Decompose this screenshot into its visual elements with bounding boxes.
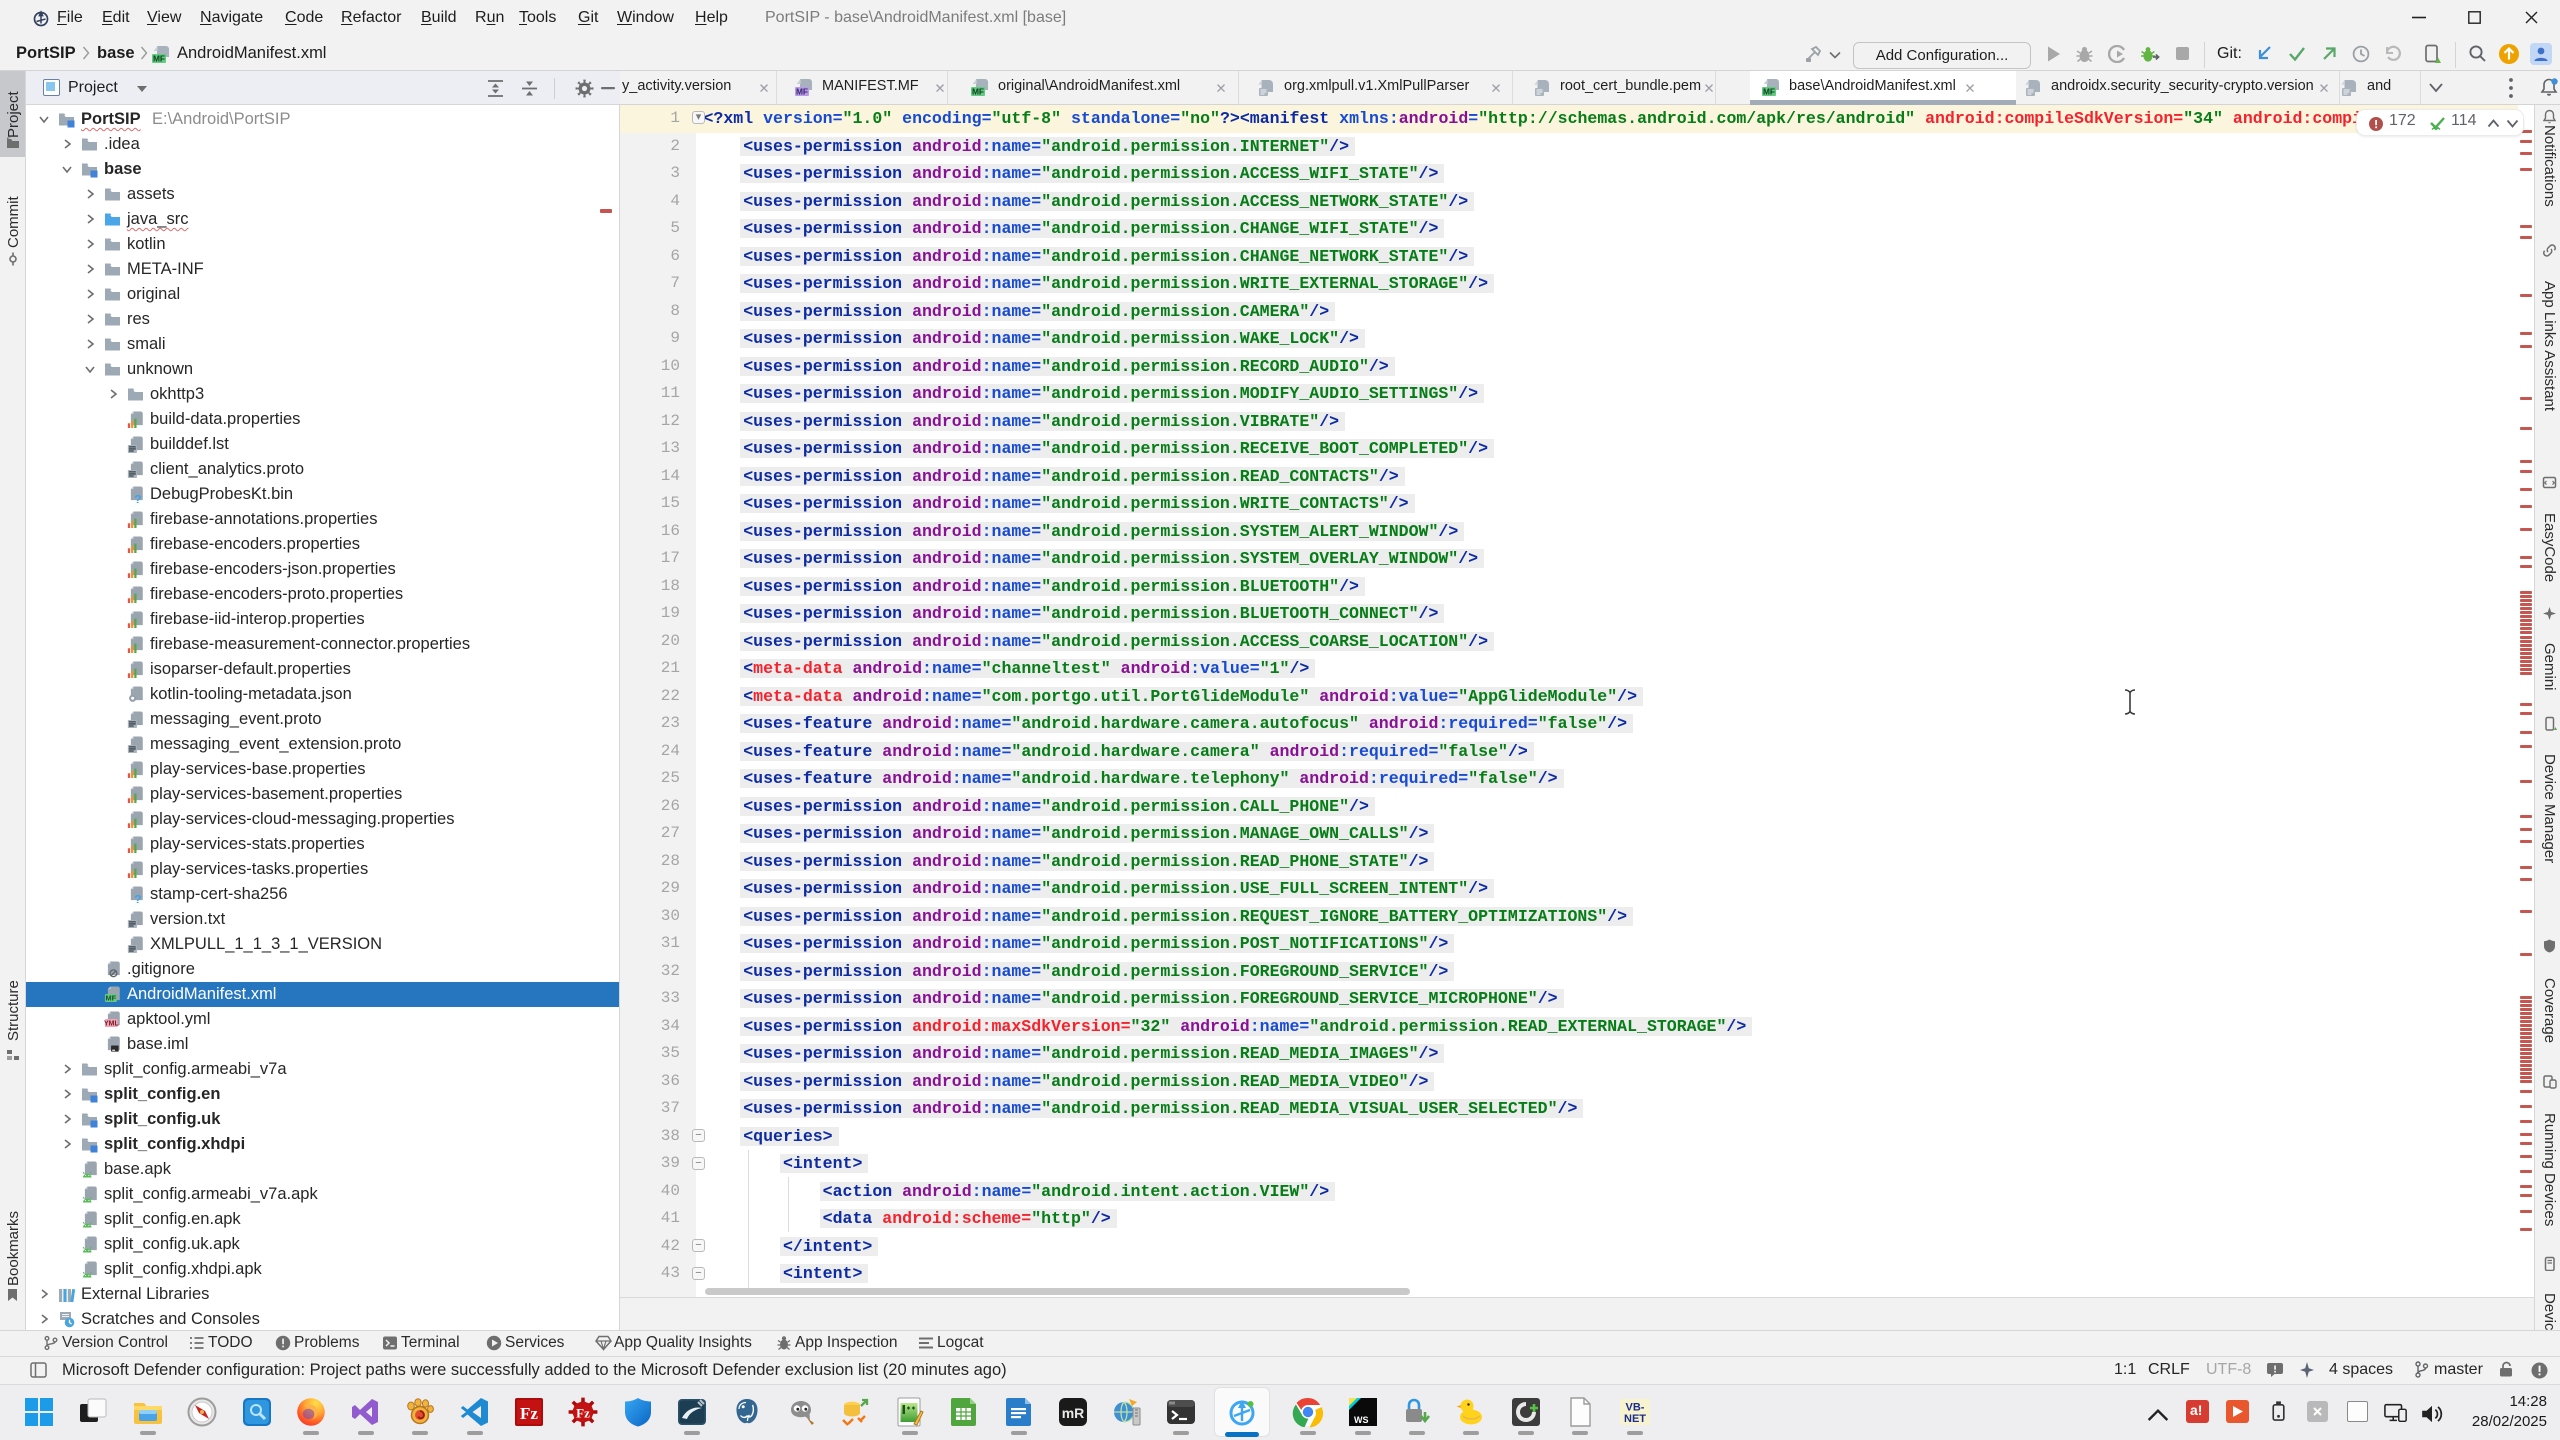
svg-text:MF: MF xyxy=(972,86,984,96)
svg-text:?: ? xyxy=(134,892,142,903)
svg-text:VB-: VB- xyxy=(1626,1402,1645,1414)
svg-text:MF: MF xyxy=(105,994,116,1003)
svg-text:MF: MF xyxy=(1763,86,1775,96)
svg-text:Fz: Fz xyxy=(520,1404,538,1423)
svg-text:YML: YML xyxy=(104,1021,119,1028)
svg-text:WS: WS xyxy=(1354,1415,1369,1425)
svg-text:Fz: Fz xyxy=(576,1406,590,1421)
svg-text:mR: mR xyxy=(1062,1405,1085,1421)
svg-text:MF: MF xyxy=(796,86,808,96)
svg-text:?: ? xyxy=(134,492,142,503)
svg-text:MF: MF xyxy=(153,53,165,63)
svg-text:NET: NET xyxy=(1624,1413,1646,1425)
